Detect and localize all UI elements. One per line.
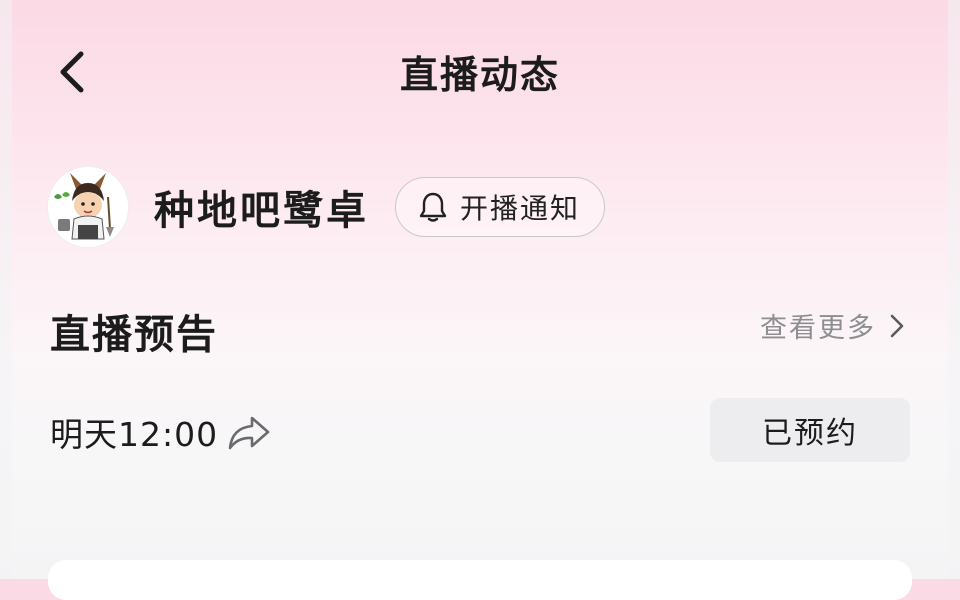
page-title: 直播动态 bbox=[399, 53, 560, 97]
schedule-item: 明天12:00 已预约 bbox=[50, 398, 910, 462]
schedule-time: 明天12:00 bbox=[50, 415, 219, 454]
chevron-right-icon bbox=[888, 312, 906, 340]
see-more-link[interactable]: 查看更多 bbox=[760, 306, 906, 345]
streamer-name[interactable]: 种地吧鹭卓 bbox=[154, 178, 369, 236]
avatar[interactable] bbox=[48, 167, 128, 247]
live-preview-heading: 直播预告 bbox=[50, 312, 218, 358]
cartoon-avatar-icon bbox=[48, 167, 128, 247]
live-notification-button[interactable]: 开播通知 bbox=[395, 177, 606, 237]
streamer-info: 种地吧鹭卓 开播通知 bbox=[48, 166, 606, 248]
booked-button[interactable]: 已预约 bbox=[710, 398, 910, 462]
content-card bbox=[48, 560, 912, 600]
see-more-label: 查看更多 bbox=[760, 313, 876, 344]
notify-button-label: 开播通知 bbox=[460, 192, 581, 225]
top-bar: 直播动态 bbox=[0, 0, 960, 140]
bell-icon bbox=[419, 192, 447, 222]
share-arrow-icon[interactable] bbox=[226, 412, 272, 452]
